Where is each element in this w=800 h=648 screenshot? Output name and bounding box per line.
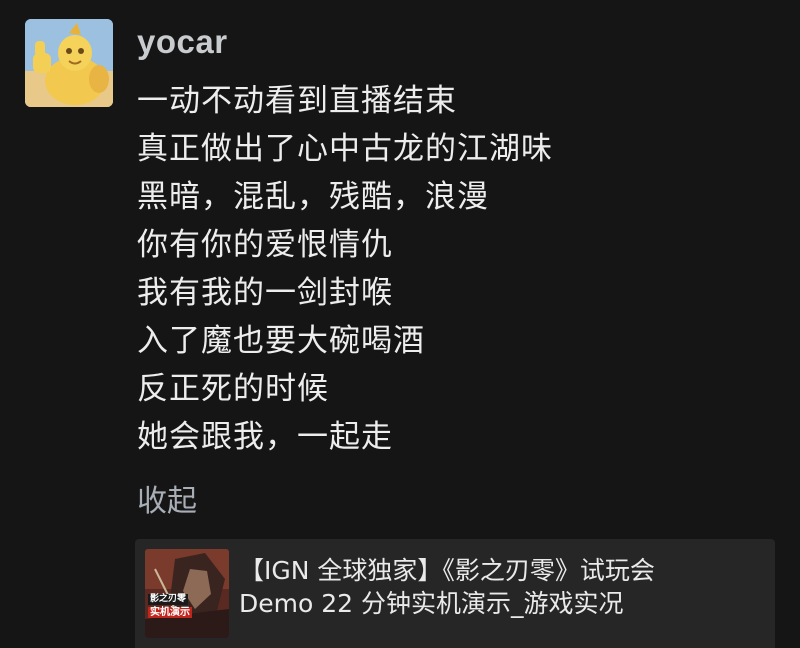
thumbnail-caption: 实机演示 [148,607,192,618]
comment-body: 一动不动看到直播结束 真正做出了心中古龙的江湖味 黑暗，混乱，残酷，浪漫 你有你… [137,77,553,461]
comment-line: 反正死的时候 [137,371,329,407]
comment-line: 入了魔也要大碗喝酒 [137,323,425,359]
username[interactable]: yocar [137,20,228,64]
collapse-button[interactable]: 收起 [137,480,197,524]
video-title-line: 【IGN 全球独家】《影之刃零》试玩会 [239,556,655,585]
comment-line: 她会跟我，一起走 [137,419,393,455]
comment-line: 我有我的一剑封喉 [137,275,393,311]
comment-item: yocar 一动不动看到直播结束 真正做出了心中古龙的江湖味 黑暗，混乱，残酷，… [0,0,800,648]
video-title[interactable]: 【IGN 全球独家】《影之刃零》试玩会 Demo 22 分钟实机演示_游戏实况 [239,554,759,620]
comment-line: 你有你的爱恨情仇 [137,227,393,263]
avatar-figure-icon [25,19,113,107]
linked-video-card[interactable]: 影之刃零 实机演示 【IGN 全球独家】《影之刃零》试玩会 Demo 22 分钟… [135,539,775,648]
user-avatar[interactable] [25,19,113,107]
comment-line: 真正做出了心中古龙的江湖味 [137,131,553,167]
comment-line: 一动不动看到直播结束 [137,83,457,119]
comment-line: 黑暗，混乱，残酷，浪漫 [137,179,489,215]
video-title-line: Demo 22 分钟实机演示_游戏实况 [239,589,624,618]
thumbnail-caption: 影之刃零 [148,594,189,605]
video-thumbnail[interactable]: 影之刃零 实机演示 [145,549,229,638]
